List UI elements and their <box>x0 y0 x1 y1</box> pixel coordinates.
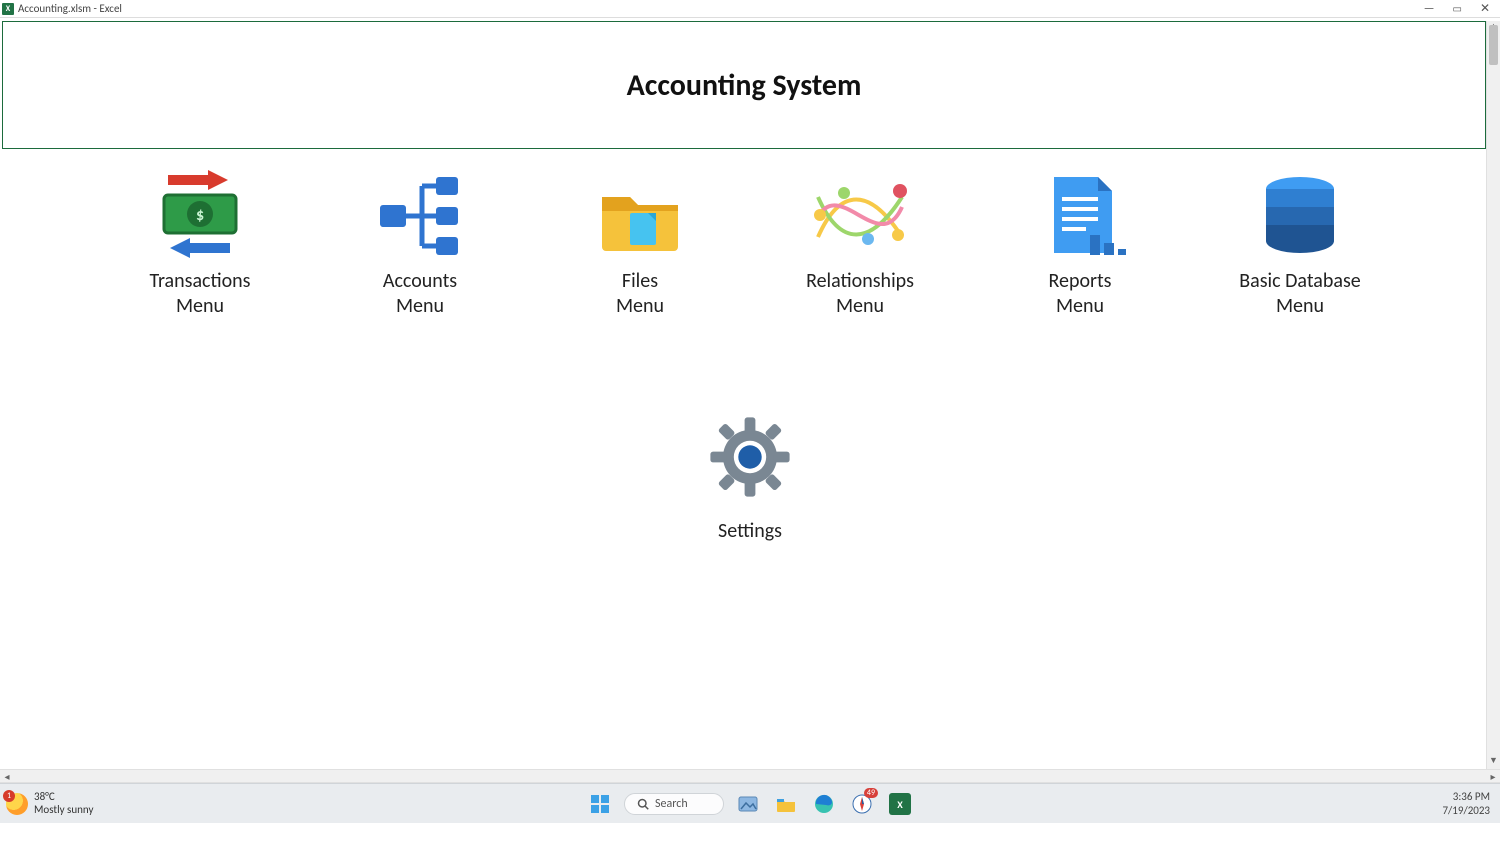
relationships-menu-button[interactable]: RelationshipsMenu <box>770 167 950 319</box>
taskbar-weather-widget[interactable]: 38°C Mostly sunny <box>6 791 93 815</box>
svg-text:$: $ <box>196 206 204 225</box>
worksheet-area: Accounting System $ Transa <box>0 21 1500 769</box>
search-icon <box>637 798 649 810</box>
database-icon <box>1250 167 1350 263</box>
menu-label: RelationshipsMenu <box>806 269 914 319</box>
weather-description: Mostly sunny <box>34 804 93 816</box>
menu-label: ReportsMenu <box>1048 269 1111 319</box>
accounts-menu-button[interactable]: AccountsMenu <box>330 167 510 319</box>
taskbar-app-edge[interactable] <box>810 790 838 818</box>
money-transfer-icon: $ <box>150 167 250 263</box>
taskbar-app-excel[interactable]: X <box>886 790 914 818</box>
excel-app-icon: X <box>2 3 14 15</box>
notification-badge: 49 <box>864 788 878 798</box>
weather-icon <box>6 793 28 815</box>
settings-label: Settings <box>718 519 782 544</box>
vertical-scrollbar[interactable]: ▲ ▼ <box>1486 21 1500 769</box>
svg-text:X: X <box>897 798 903 811</box>
taskbar-search[interactable]: Search <box>624 793 724 815</box>
excel-icon: X <box>889 793 911 815</box>
scroll-thumb[interactable] <box>1489 25 1498 65</box>
taskbar-date: 7/19/2023 <box>1442 804 1490 817</box>
hierarchy-icon <box>370 167 470 263</box>
taskbar-time: 3:36 PM <box>1442 790 1490 803</box>
folder-icon <box>776 796 796 812</box>
network-graph-icon <box>810 167 910 263</box>
taskbar-clock[interactable]: 3:36 PM 7/19/2023 <box>1442 790 1490 816</box>
start-button[interactable] <box>586 790 614 818</box>
page-title: Accounting System <box>627 67 862 104</box>
menu-label: FilesMenu <box>616 269 664 319</box>
minimize-button[interactable]: — <box>1424 2 1435 16</box>
scroll-right-icon[interactable]: ▸ <box>1486 770 1500 782</box>
windows-logo-icon <box>590 794 610 814</box>
database-menu-button[interactable]: Basic DatabaseMenu <box>1210 167 1390 319</box>
transactions-menu-button[interactable]: $ TransactionsMenu <box>110 167 290 319</box>
files-menu-button[interactable]: FilesMenu <box>550 167 730 319</box>
window-titlebar: X Accounting.xlsm - Excel — ▭ ✕ <box>0 0 1500 18</box>
taskbar-app-taskview[interactable] <box>734 790 762 818</box>
horizontal-scrollbar[interactable]: ◂ ▸ <box>0 769 1500 783</box>
photo-icon <box>738 796 758 812</box>
scroll-left-icon[interactable]: ◂ <box>0 770 14 782</box>
windows-taskbar: 38°C Mostly sunny Search 49 <box>0 783 1500 823</box>
reports-menu-button[interactable]: ReportsMenu <box>990 167 1170 319</box>
title-banner: Accounting System <box>2 21 1486 149</box>
menu-label: Basic DatabaseMenu <box>1239 269 1360 319</box>
menu-label: TransactionsMenu <box>149 269 250 319</box>
taskbar-app-mail[interactable]: 49 <box>848 790 876 818</box>
menu-label: AccountsMenu <box>383 269 457 319</box>
window-title: Accounting.xlsm - Excel <box>18 2 122 15</box>
main-menu-row: $ TransactionsMenu <box>0 149 1500 319</box>
report-chart-icon <box>1030 167 1130 263</box>
settings-button[interactable]: Settings <box>660 409 840 544</box>
weather-temperature: 38°C <box>34 791 93 803</box>
taskbar-app-explorer[interactable] <box>772 790 800 818</box>
close-button[interactable]: ✕ <box>1480 1 1490 16</box>
gear-icon <box>700 409 800 505</box>
edge-icon <box>814 794 834 814</box>
folder-file-icon <box>590 167 690 263</box>
search-label: Search <box>655 797 688 811</box>
maximize-button[interactable]: ▭ <box>1452 2 1461 15</box>
scroll-down-icon[interactable]: ▼ <box>1487 755 1500 769</box>
